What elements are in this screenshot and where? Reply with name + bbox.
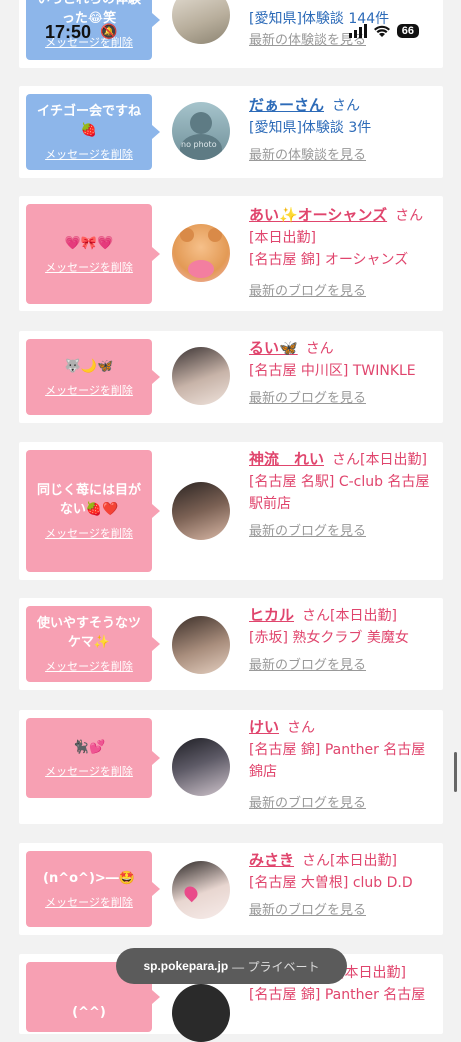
message-bubble: 🐈‍⬛💕 メッセージを削除 <box>26 718 160 798</box>
info-line: [名古屋 中川区] TWINKLE <box>249 363 416 379</box>
cast-name[interactable]: みさき <box>249 851 294 869</box>
latest-link[interactable]: 最新の体験談を見る <box>249 30 437 52</box>
latest-blog-link[interactable]: 最新のブログを見る <box>249 793 437 815</box>
card-info: あい✨オーシャンズ さん [本日出勤] [名古屋 錦] オーシャンズ 最新のブログ… <box>249 204 437 303</box>
cast-name[interactable]: るい🦋 <box>249 339 298 357</box>
latest-blog-link[interactable]: 最新のブログを見る <box>249 281 437 303</box>
avatar[interactable] <box>172 482 230 540</box>
avatar[interactable] <box>172 616 230 674</box>
message-bubble: 🐺🌙🦋 メッセージを削除 <box>26 339 160 415</box>
message-text: 🐺🌙🦋 <box>64 358 114 374</box>
latest-blog-link[interactable]: 最新のブログを見る <box>249 655 437 677</box>
list-item[interactable]: 💗🎀💗 メッセージを削除 あい✨オーシャンズ さん [本日出勤] [名古屋 錦] … <box>19 196 443 311</box>
info-line: [愛知県]体験談 3件 <box>249 120 372 136</box>
cast-name[interactable]: あい✨オーシャンズ <box>249 206 387 224</box>
delete-message-link[interactable]: メッセージを削除 <box>45 259 133 275</box>
delete-message-link[interactable]: メッセージを削除 <box>45 763 133 779</box>
avatar[interactable] <box>172 738 230 796</box>
honorific: さん <box>332 98 361 114</box>
delete-message-link[interactable]: メッセージを削除 <box>45 894 133 910</box>
honorific: さん <box>287 720 316 736</box>
info-line: [名古屋 錦] オーシャンズ <box>249 252 409 268</box>
honorific: さん[本日出勤] <box>302 608 397 624</box>
message-text: (n^o^)>―🤩 <box>43 870 135 886</box>
info-line: [本日出勤] <box>249 230 316 246</box>
honorific: [本日出勤] <box>339 965 406 981</box>
card-info: だぁーさん さん [愛知県]体験談 3件 最新の体験談を見る <box>249 94 437 167</box>
message-text: イチゴー会ですね🍓 <box>36 104 141 138</box>
shop-user-name[interactable]: だぁーさん <box>249 96 324 114</box>
latest-blog-link[interactable]: 最新のブログを見る <box>249 900 437 922</box>
message-bubble: 使いやすそうなツケマ✨ メッセージを削除 <box>26 606 160 682</box>
info-line: [名古屋 名駅] C-club 名古屋駅前店 <box>249 474 430 512</box>
message-bubble: イチゴー会ですね🍓 メッセージを削除 <box>26 94 160 170</box>
message-text: (^^) <box>72 1004 106 1020</box>
info-line: [名古屋 錦] Panther 名古屋 <box>249 987 426 1003</box>
private-mode-label: — プライベート <box>232 959 320 974</box>
delete-message-link[interactable]: メッセージを削除 <box>45 382 133 398</box>
card-info: みさき さん[本日出勤] [名古屋 大曽根] club D.D 最新のブログを見る <box>249 849 437 922</box>
honorific: さん[本日出勤] <box>332 452 427 468</box>
avatar[interactable] <box>172 984 230 1042</box>
list-item[interactable]: いっこれらの体験 った😂笑 メッセージを削除 [愛知県]体験談 144件 最新の… <box>19 0 443 68</box>
card-info: ヒカル さん[本日出勤] [赤坂] 熟女クラブ 美魔女 最新のブログを見る <box>249 604 437 677</box>
info-line: [名古屋 錦] Panther 名古屋錦店 <box>249 742 426 780</box>
message-bubble: (n^o^)>―🤩 メッセージを削除 <box>26 851 160 927</box>
honorific: さん <box>305 341 334 357</box>
delete-message-link[interactable]: メッセージを削除 <box>45 34 133 50</box>
delete-message-link[interactable]: メッセージを削除 <box>45 525 133 541</box>
card-info: けい さん [名古屋 錦] Panther 名古屋錦店 最新のブログを見る <box>249 716 437 815</box>
info-line: [愛知県]体験談 144件 <box>249 11 390 27</box>
message-text: 同じく苺には目がない🍓❤️ <box>36 483 141 517</box>
message-text: 💗🎀💗 <box>64 235 114 251</box>
url-host: sp.pokepara.jp <box>143 959 229 973</box>
list-item[interactable]: (n^o^)>―🤩 メッセージを削除 みさき さん[本日出勤] [名古屋 大曽根]… <box>19 843 443 935</box>
message-bubble: いっこれらの体験 った😂笑 メッセージを削除 <box>26 0 160 60</box>
message-bubble: 同じく苺には目がない🍓❤️ メッセージを削除 <box>26 450 160 572</box>
scroll-indicator[interactable] <box>454 752 457 792</box>
message-text: 使いやすそうなツケマ✨ <box>36 616 141 650</box>
list-item[interactable]: イチゴー会ですね🍓 メッセージを削除 no photo だぁーさん さん [愛知県… <box>19 86 443 178</box>
info-line: [名古屋 大曽根] club D.D <box>249 875 413 891</box>
avatar[interactable] <box>172 861 230 919</box>
avatar[interactable] <box>172 347 230 405</box>
list-item[interactable]: 使いやすそうなツケマ✨ メッセージを削除 ヒカル さん[本日出勤] [赤坂] 熟女… <box>19 598 443 690</box>
message-text: いっこれらの体験 った😂笑 <box>37 0 141 26</box>
info-line: [赤坂] 熟女クラブ 美魔女 <box>249 630 409 646</box>
latest-blog-link[interactable]: 最新のブログを見る <box>249 521 437 543</box>
cast-name[interactable]: けい <box>249 718 279 736</box>
list-item[interactable]: 🐺🌙🦋 メッセージを削除 るい🦋 さん [名古屋 中川区] TWINKLE 最新の… <box>19 331 443 423</box>
delete-message-link[interactable]: メッセージを削除 <box>45 146 133 162</box>
latest-blog-link[interactable]: 最新のブログを見る <box>249 388 437 410</box>
list-item[interactable]: 🐈‍⬛💕 メッセージを削除 けい さん [名古屋 錦] Panther 名古屋錦店… <box>19 710 443 824</box>
card-info: 神流 れい さん[本日出勤] [名古屋 名駅] C-club 名古屋駅前店 最新の… <box>249 448 437 543</box>
message-text: 🐈‍⬛💕 <box>72 739 106 755</box>
cast-name[interactable]: ヒカル <box>249 606 294 624</box>
avatar[interactable] <box>172 0 230 44</box>
honorific: さん <box>395 208 424 224</box>
cast-name[interactable]: 神流 れい <box>249 450 324 468</box>
delete-message-link[interactable]: メッセージを削除 <box>45 658 133 674</box>
card-info: るい🦋 さん [名古屋 中川区] TWINKLE 最新のブログを見る <box>249 337 437 410</box>
honorific: さん[本日出勤] <box>302 853 397 869</box>
list-item[interactable]: 同じく苺には目がない🍓❤️ メッセージを削除 神流 れい さん[本日出勤] [名古… <box>19 442 443 580</box>
avatar[interactable] <box>172 224 230 282</box>
url-bar[interactable]: sp.pokepara.jp — プライベート <box>116 948 347 984</box>
avatar[interactable]: no photo <box>172 102 230 160</box>
message-bubble: 💗🎀💗 メッセージを削除 <box>26 204 160 304</box>
card-info: [愛知県]体験談 144件 最新の体験談を見る <box>249 8 437 52</box>
latest-link[interactable]: 最新の体験談を見る <box>249 145 437 167</box>
no-photo-label: no photo <box>181 140 217 149</box>
